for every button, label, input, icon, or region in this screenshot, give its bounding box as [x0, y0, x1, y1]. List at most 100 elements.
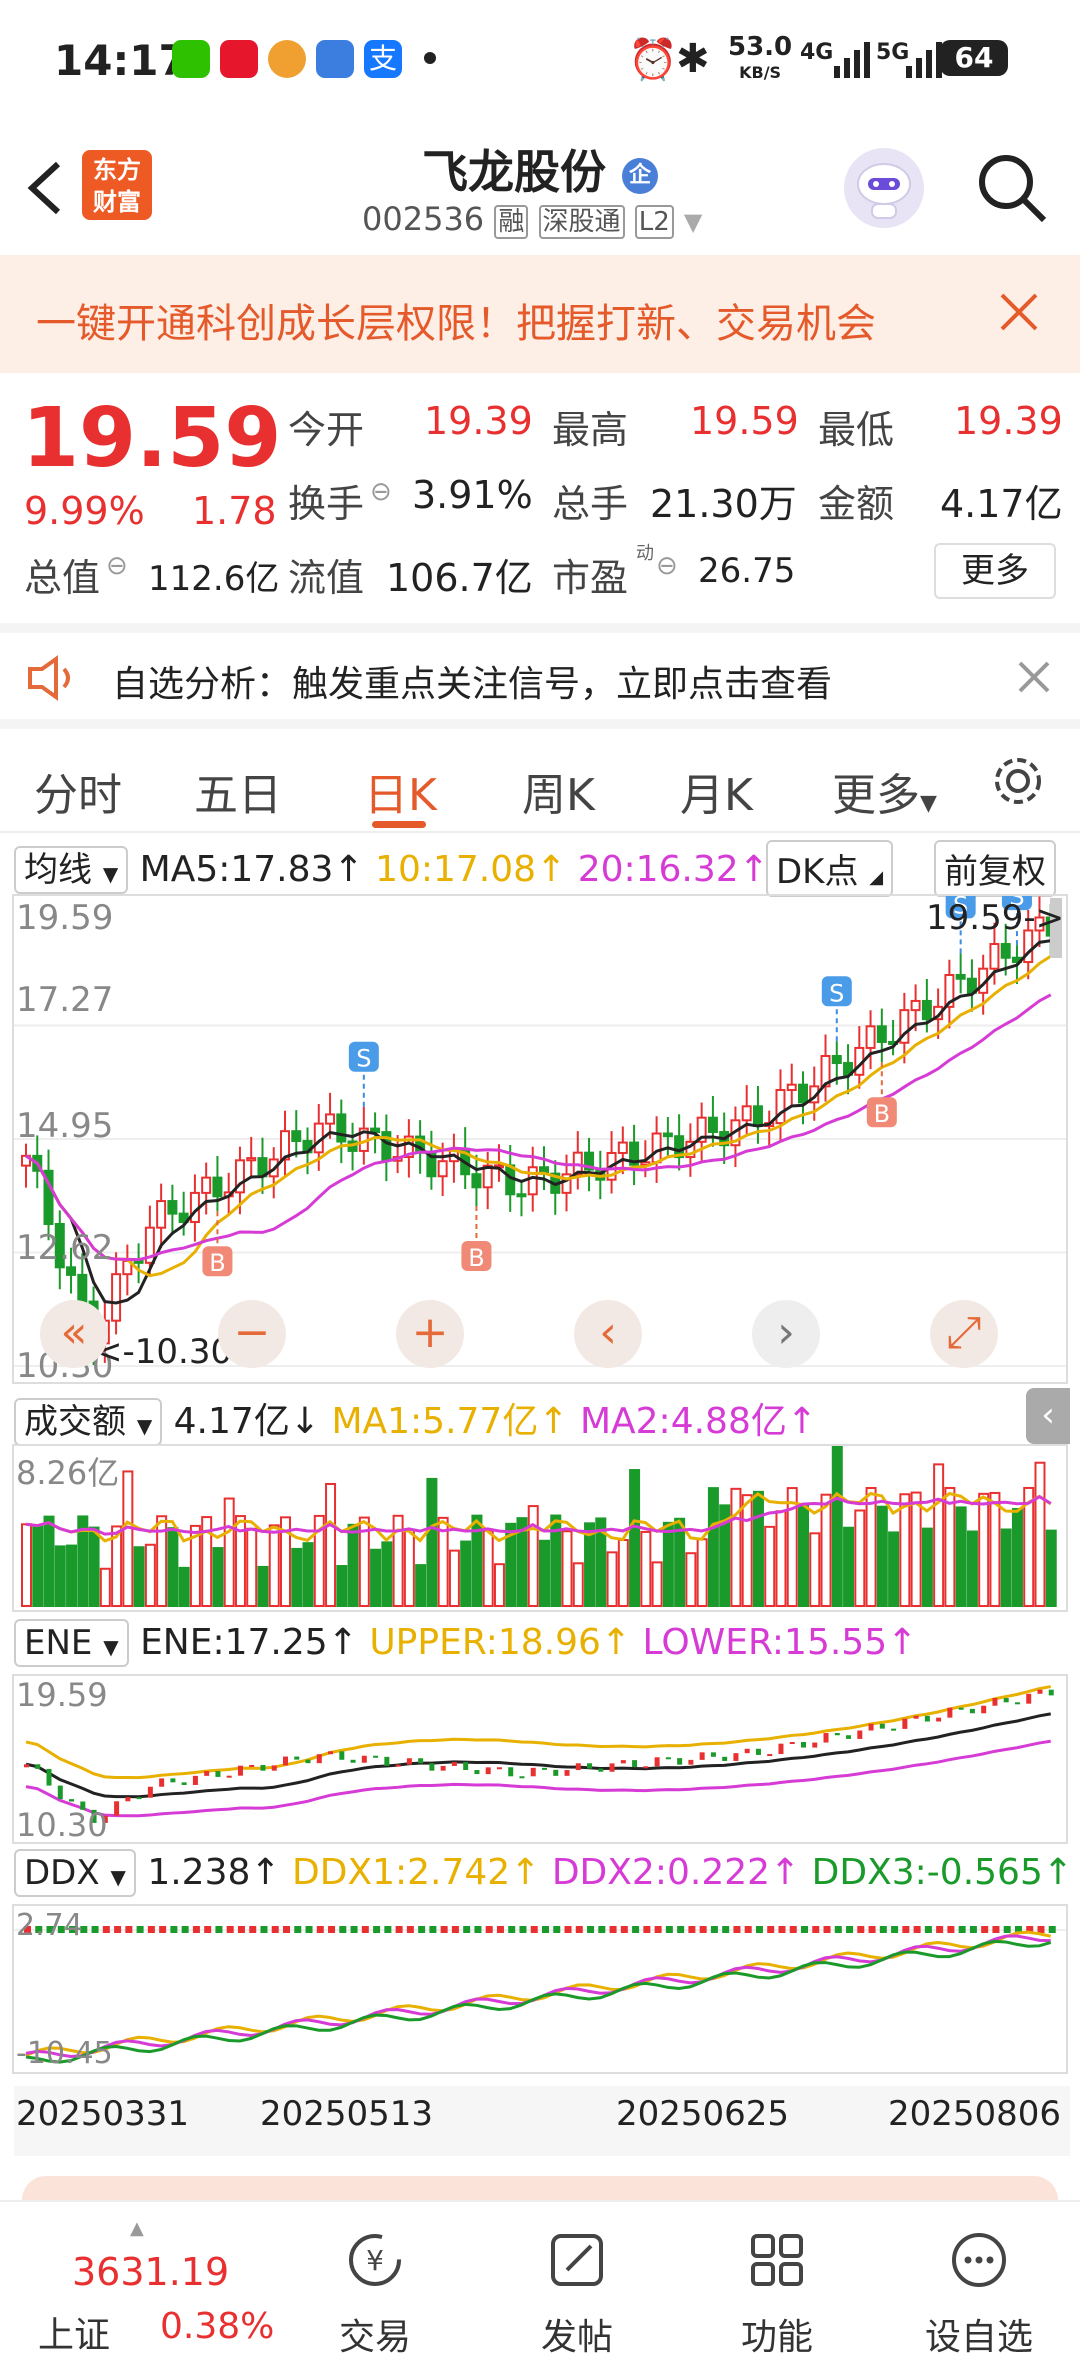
stock-code-row[interactable]: 002536 融 深股通 L2 ▼ [362, 200, 702, 239]
analysis-notice[interactable]: 自选分析：触发重点关注信号，立即点击查看 [0, 623, 1080, 729]
battery-level: 64 [954, 41, 994, 74]
float-label: 流值 [288, 556, 365, 600]
ddx-axis-bottom: -10.45 [16, 2036, 113, 2071]
nav-add-watchlist[interactable]: 设自选 [904, 2202, 1054, 2376]
kline-chart[interactable]: BSBSBSS [12, 880, 1068, 1384]
pe-info-icon[interactable]: ⊖ [656, 551, 678, 581]
ene-candle [665, 1757, 671, 1760]
tab-monthly-k[interactable]: 月K [680, 759, 753, 823]
index-ticker[interactable]: ▲ 3631.19 上证 0.38% [0, 2202, 300, 2376]
dk-label: DK点 [776, 852, 859, 892]
ddx-indicator-select[interactable]: DDX ▼ [14, 1849, 136, 1897]
ene-candle [316, 1754, 322, 1764]
ma-indicator-select[interactable]: 均线 ▼ [14, 846, 129, 894]
buy-signal-label: B [209, 1249, 225, 1277]
step-back-icon[interactable]: ‹ [574, 1300, 642, 1368]
ene-chart[interactable] [12, 1674, 1068, 1844]
volume-bar [347, 1523, 359, 1607]
nav-post[interactable]: 发帖 [502, 2202, 652, 2376]
ddx-bar [688, 1926, 696, 1933]
ddx-bar [823, 1926, 831, 1933]
ddx-bar [902, 1926, 910, 1933]
ene-candle [159, 1778, 165, 1787]
ene-candle [722, 1756, 728, 1761]
close-icon[interactable] [996, 289, 1042, 335]
close-notice-icon[interactable] [1016, 659, 1052, 695]
volume-bar [809, 1532, 821, 1607]
ene-candle [553, 1769, 559, 1776]
nav-functions[interactable]: 功能 [702, 2202, 852, 2376]
settings-gear-icon[interactable] [990, 753, 1046, 809]
ene-candle [879, 1723, 885, 1729]
ddx-bar [474, 1926, 482, 1933]
index-name: 上证 [38, 2315, 111, 2356]
step-forward-icon[interactable]: › [752, 1300, 820, 1368]
turnover-value: 3.91% [412, 473, 533, 517]
ddx2-arrow: ↑ [770, 1852, 801, 1893]
ddx-bar [373, 1926, 381, 1933]
volume-chart[interactable] [12, 1444, 1068, 1612]
turnover-info-icon[interactable]: ⊖ [370, 477, 392, 507]
fullscreen-icon[interactable]: ⤢ [930, 1300, 998, 1368]
volume-indicator-select[interactable]: 成交额 ▼ [14, 1398, 163, 1446]
robot-assistant-icon[interactable] [844, 148, 924, 228]
ene-candle [136, 1797, 142, 1800]
tab-more[interactable]: 更多▼ [832, 759, 937, 823]
search-icon[interactable] [974, 150, 1050, 226]
tab-weekly-k[interactable]: 周K [522, 759, 595, 823]
ddx-bar [485, 1926, 493, 1933]
network-speed-unit: KB/S [739, 63, 782, 82]
ddx-bar [789, 1926, 797, 1933]
tab-five-day[interactable]: 五日 [194, 759, 282, 823]
ddx-bar [294, 1926, 302, 1933]
tab-daily-k[interactable]: 日K [364, 759, 437, 823]
change-percent: 9.99% [24, 489, 145, 533]
dk-point-button[interactable]: DK点 ◢ [766, 840, 894, 897]
volume-bar [257, 1565, 269, 1607]
ene-candle [1003, 1698, 1009, 1703]
price-axis-3: 14.95 [16, 1106, 114, 1146]
volume-bar [640, 1530, 652, 1607]
ene-indicator-select[interactable]: ENE ▼ [14, 1619, 129, 1667]
volume-bar [178, 1566, 190, 1607]
promo-banner[interactable]: 一键开通科创成长层权限！把握打新、交易机会 [0, 255, 1080, 373]
volume-bar [843, 1526, 855, 1607]
ddx-bar [114, 1926, 122, 1933]
volume-value: 21.30万 [650, 482, 797, 526]
ddx-bar [812, 1926, 820, 1933]
rewind-icon[interactable]: « [40, 1300, 108, 1368]
ene-candle [632, 1760, 638, 1768]
nav-trade[interactable]: ¥ 交易 [300, 2202, 450, 2376]
ma20-readout: 20:16.32 [577, 849, 739, 890]
more-button[interactable]: 更多 [934, 543, 1056, 599]
volume-bar [921, 1527, 933, 1607]
amount-value: 4.17亿 [940, 482, 1063, 526]
volume-bar [1034, 1461, 1046, 1607]
mktcap-info-icon[interactable]: ⊖ [106, 551, 128, 581]
adjust-button[interactable]: 前复权 [934, 840, 1056, 897]
bluetooth-icon: ✱ [676, 36, 710, 82]
collapse-panel-icon[interactable]: ‹ [1026, 1388, 1070, 1444]
ene-candle [677, 1758, 683, 1765]
volume-bar [933, 1463, 945, 1608]
tab-intraday[interactable]: 分时 [34, 759, 122, 823]
ene-candle [328, 1751, 334, 1755]
volume-bar [707, 1487, 719, 1607]
pe-value: 26.75 [698, 551, 796, 591]
ddx-chart[interactable] [12, 1904, 1068, 2074]
ddx-bar [260, 1926, 268, 1933]
mktcap-value: 112.6亿 [148, 559, 280, 599]
zoom-out-icon[interactable]: − [218, 1300, 286, 1368]
ddx-bar [1048, 1926, 1056, 1933]
ene-candle [249, 1764, 255, 1767]
ddx-line-3 [25, 1939, 1052, 2064]
kline-candle [955, 974, 966, 980]
volume-bar [167, 1527, 179, 1607]
ene-candle [373, 1755, 379, 1758]
ddx-bar [801, 1926, 808, 1933]
max-price-marker: 19.59-> [926, 898, 1065, 938]
zoom-in-icon[interactable]: + [396, 1300, 464, 1368]
ma10-readout: 10:17.08 [375, 849, 537, 890]
volume-arrow: ↓ [289, 1401, 320, 1442]
ddx-bar [283, 1926, 290, 1933]
